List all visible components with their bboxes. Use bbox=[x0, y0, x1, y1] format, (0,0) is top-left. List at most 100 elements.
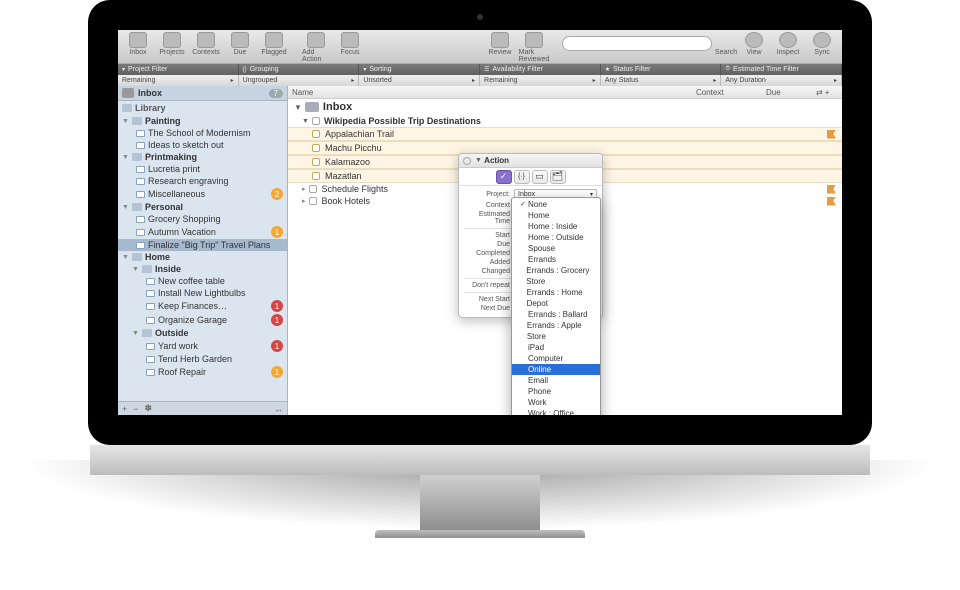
due-icon bbox=[231, 32, 249, 48]
inspector-tab-project[interactable]: {·} bbox=[514, 170, 530, 184]
focus-button[interactable]: Focus bbox=[336, 32, 364, 63]
add-action-icon bbox=[307, 32, 325, 48]
context-option[interactable]: ✓None bbox=[512, 199, 600, 210]
context-option[interactable]: Errands : Apple Store bbox=[512, 320, 600, 342]
sidebar-library-header[interactable]: Library bbox=[118, 101, 287, 115]
filter-status-filter[interactable]: ★Status Filter bbox=[601, 64, 722, 75]
sidebar-footer: + − ✽ ↔ bbox=[118, 401, 287, 415]
resize-handle[interactable]: ↔ bbox=[274, 404, 283, 414]
sidebar-inbox[interactable]: Inbox 7 bbox=[118, 86, 287, 101]
expand-icon[interactable]: ⇄ bbox=[816, 88, 823, 97]
sidebar-project[interactable]: New coffee table bbox=[118, 275, 287, 287]
inbox-icon bbox=[129, 32, 147, 48]
action-button[interactable]: ✽ bbox=[145, 403, 153, 414]
context-option[interactable]: Spouse bbox=[512, 243, 600, 254]
context-option[interactable]: Work : Office bbox=[512, 408, 600, 415]
review-button[interactable]: Review bbox=[486, 32, 514, 63]
context-option[interactable]: Work bbox=[512, 397, 600, 408]
context-option[interactable]: Email bbox=[512, 375, 600, 386]
col-context[interactable]: Context bbox=[696, 88, 766, 97]
sidebar-project[interactable]: Install New Lightbulbs bbox=[118, 287, 287, 299]
sidebar-folder[interactable]: ▼Inside bbox=[118, 263, 287, 275]
sidebar-folder[interactable]: ▼Home bbox=[118, 251, 287, 263]
sidebar-project[interactable]: Keep Finances…1 bbox=[118, 299, 287, 313]
context-option[interactable]: Errands bbox=[512, 254, 600, 265]
col-due[interactable]: Due bbox=[766, 88, 816, 97]
add-button[interactable]: + bbox=[122, 404, 127, 414]
focus-icon bbox=[341, 32, 359, 48]
monitor-chin bbox=[90, 445, 870, 475]
sidebar-project[interactable]: Research engraving bbox=[118, 175, 287, 187]
add-col-icon[interactable]: + bbox=[825, 88, 830, 97]
filter-project-filter[interactable]: ▾Project Filter bbox=[118, 64, 239, 75]
sidebar-folder[interactable]: ▼Painting bbox=[118, 115, 287, 127]
filter-value[interactable]: Remaining▸ bbox=[480, 75, 601, 86]
sidebar-project[interactable]: Tend Herb Garden bbox=[118, 353, 287, 365]
inspector-titlebar[interactable]: ▼ Action bbox=[459, 154, 602, 168]
sync-button[interactable]: Sync bbox=[808, 32, 836, 56]
filter-grouping[interactable]: {}Grouping bbox=[239, 64, 360, 75]
context-option[interactable]: Computer bbox=[512, 353, 600, 364]
view-button[interactable]: View bbox=[740, 32, 768, 56]
inspector-tab-attach[interactable]: 🗂 bbox=[550, 170, 566, 184]
projects-button[interactable]: Projects bbox=[158, 32, 186, 56]
task-group[interactable]: ▼Wikipedia Possible Trip Destinations bbox=[288, 115, 842, 127]
sidebar-folder[interactable]: ▼Outside bbox=[118, 327, 287, 339]
sidebar-project[interactable]: Miscellaneous2 bbox=[118, 187, 287, 201]
context-option[interactable]: Errands : Ballard bbox=[512, 309, 600, 320]
toolbar-label: Review bbox=[489, 49, 512, 56]
sidebar-project[interactable]: Finalize "Big Trip" Travel Plans bbox=[118, 239, 287, 251]
inspect-button[interactable]: Inspect bbox=[774, 32, 802, 56]
remove-button[interactable]: − bbox=[133, 404, 138, 414]
context-option[interactable]: Home : Inside bbox=[512, 221, 600, 232]
context-option[interactable]: Errands : Home Depot bbox=[512, 287, 600, 309]
col-name[interactable]: Name bbox=[292, 88, 696, 97]
sidebar-project[interactable]: Yard work1 bbox=[118, 339, 287, 353]
context-option[interactable]: Phone bbox=[512, 386, 600, 397]
toolbar-label: Contexts bbox=[192, 49, 220, 56]
context-option[interactable]: Home : Outside bbox=[512, 232, 600, 243]
sidebar-project[interactable]: Lucretia print bbox=[118, 163, 287, 175]
close-icon[interactable] bbox=[463, 157, 471, 165]
context-option[interactable]: Online bbox=[512, 364, 600, 375]
filter-availability-filter[interactable]: ☰Availability Filter bbox=[480, 64, 601, 75]
filter-value[interactable]: Ungrouped▸ bbox=[239, 75, 360, 86]
search-input[interactable] bbox=[562, 36, 712, 51]
add-action-button[interactable]: Add Action bbox=[302, 32, 330, 63]
sidebar-project[interactable]: Ideas to sketch out bbox=[118, 139, 287, 151]
inspector-tab-note[interactable]: ▭ bbox=[532, 170, 548, 184]
filter-value[interactable]: Unsorted▸ bbox=[359, 75, 480, 86]
filter-estimated-time-filter[interactable]: ⏱Estimated Time Filter bbox=[721, 64, 842, 75]
sidebar-folder[interactable]: ▼Printmaking bbox=[118, 151, 287, 163]
context-option[interactable]: Errands : Grocery Store bbox=[512, 265, 600, 287]
toolbar: Inbox Projects Contexts DueFlagged Add Acti… bbox=[118, 30, 842, 64]
toolbar-label: Inbox bbox=[129, 49, 146, 56]
filter-value[interactable]: Any Duration▸ bbox=[721, 75, 842, 86]
inspector-tab-action[interactable]: ✓ bbox=[496, 170, 512, 184]
sidebar-project[interactable]: The School of Modernism bbox=[118, 127, 287, 139]
sidebar: Inbox 7 Library ▼PaintingThe School of M… bbox=[118, 86, 288, 415]
context-option[interactable]: Home bbox=[512, 210, 600, 221]
sidebar-project[interactable]: Grocery Shopping bbox=[118, 213, 287, 225]
inbox-icon bbox=[305, 102, 319, 112]
mark-reviewed-button[interactable]: Mark Reviewed bbox=[520, 32, 548, 63]
filter-value[interactable]: Remaining▸ bbox=[118, 75, 239, 86]
context-option[interactable]: iPad bbox=[512, 342, 600, 353]
sidebar-folder[interactable]: ▼Personal bbox=[118, 201, 287, 213]
projects-icon bbox=[163, 32, 181, 48]
flagged-button[interactable]: Flagged bbox=[260, 32, 288, 56]
contexts-button[interactable]: Contexts bbox=[192, 32, 220, 56]
filter-sorting[interactable]: ▾Sorting bbox=[359, 64, 480, 75]
sidebar-project[interactable]: Roof Repair1 bbox=[118, 365, 287, 379]
inbox-button[interactable]: Inbox bbox=[124, 32, 152, 56]
folder-icon bbox=[122, 104, 132, 112]
flag-icon bbox=[827, 197, 836, 206]
filter-value[interactable]: Any Status▸ bbox=[601, 75, 722, 86]
inbox-icon bbox=[122, 88, 134, 98]
context-dropdown[interactable]: ✓NoneHomeHome : InsideHome : OutsideSpou… bbox=[511, 197, 601, 415]
sidebar-project[interactable]: Organize Garage1 bbox=[118, 313, 287, 327]
task-row[interactable]: Appalachian Trail bbox=[288, 127, 842, 141]
sidebar-project[interactable]: Autumn Vacation1 bbox=[118, 225, 287, 239]
webcam-icon bbox=[477, 14, 483, 20]
due-button[interactable]: Due bbox=[226, 32, 254, 56]
